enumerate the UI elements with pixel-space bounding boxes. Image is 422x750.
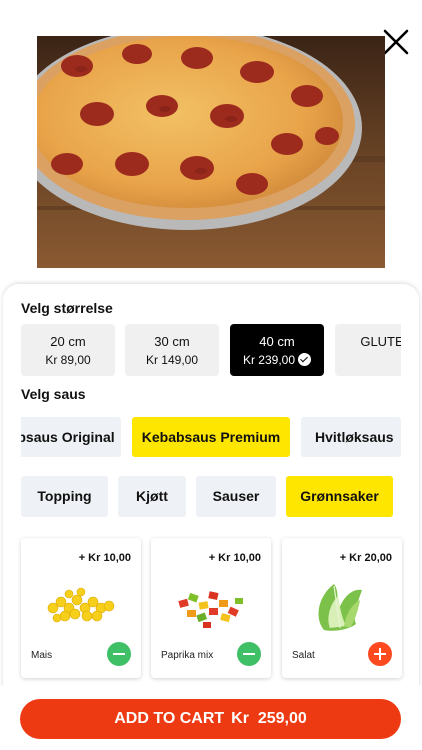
size-price: Kr 89,00 [45, 353, 91, 367]
sauce-section-title: Velg saus [21, 386, 86, 402]
topping-items: + Kr 10,00 Mais + Kr 10,00 Paprika mix +… [21, 538, 411, 680]
add-topping-button[interactable] [368, 642, 392, 666]
size-label: GLUTE [360, 334, 401, 349]
topping-name: Paprika mix [161, 650, 214, 661]
sauce-option-original[interactable]: bsaus Original [21, 417, 121, 457]
topping-name: Salat [292, 650, 315, 661]
topping-card-mais[interactable]: + Kr 10,00 Mais [21, 538, 141, 678]
add-to-cart-button[interactable]: ADD TO CART Kr 259,00 [20, 699, 401, 739]
size-section-title: Velg størrelse [21, 300, 113, 316]
sauce-selector: bsaus Original Kebabsaus Premium Hvitløk… [21, 417, 401, 457]
topping-name: Mais [31, 650, 53, 661]
topping-price: + Kr 10,00 [208, 552, 261, 564]
size-option-30cm[interactable]: 30 cm Kr 149,00 [125, 324, 219, 376]
tab-gronnsaker[interactable]: Grønnsaker [286, 476, 393, 517]
product-image [37, 36, 385, 268]
add-to-cart-label: ADD TO CART [114, 710, 225, 727]
size-price: Kr [335, 353, 401, 367]
tab-kjott[interactable]: Kjøtt [118, 476, 186, 517]
check-icon [298, 353, 312, 366]
topping-card-paprika[interactable]: + Kr 10,00 Paprika mix [151, 538, 271, 678]
size-option-gluten[interactable]: GLUTE Kr [335, 324, 401, 376]
cart-total: Kr 259,00 [231, 710, 307, 727]
sauce-option-kebab-premium[interactable]: Kebabsaus Premium [132, 417, 290, 457]
remove-topping-button[interactable] [107, 642, 131, 666]
topping-card-salat[interactable]: + Kr 20,00 Salat [282, 538, 402, 678]
topping-price: + Kr 10,00 [78, 552, 131, 564]
size-option-40cm[interactable]: 40 cm Kr 239,00 [230, 324, 324, 376]
size-price: Kr 149,00 [145, 353, 199, 367]
corn-image [47, 587, 115, 623]
size-label: 40 cm [259, 334, 295, 349]
topping-category-tabs: Topping Kjøtt Sauser Grønnsaker [21, 476, 411, 517]
options-sheet: Velg størrelse 20 cm Kr 89,00 30 cm Kr 1… [3, 284, 419, 750]
tab-topping[interactable]: Topping [21, 476, 108, 517]
topping-price: + Kr 20,00 [339, 552, 392, 564]
size-price: Kr 239,00 [242, 353, 296, 367]
size-option-20cm[interactable]: 20 cm Kr 89,00 [21, 324, 115, 376]
lettuce-image [318, 584, 362, 631]
tab-sauser[interactable]: Sauser [196, 476, 276, 517]
size-selector: 20 cm Kr 89,00 30 cm Kr 149,00 40 cm Kr … [21, 324, 401, 376]
bottom-bar: ADD TO CART Kr 259,00 [0, 686, 422, 750]
size-label: 20 cm [50, 334, 86, 349]
remove-topping-button[interactable] [237, 642, 261, 666]
size-label: 30 cm [154, 334, 190, 349]
pepperoni-pizza-photo [37, 36, 385, 268]
paprika-image [178, 591, 243, 628]
sauce-option-hvitlok[interactable]: Hvitløksaus [301, 417, 401, 457]
